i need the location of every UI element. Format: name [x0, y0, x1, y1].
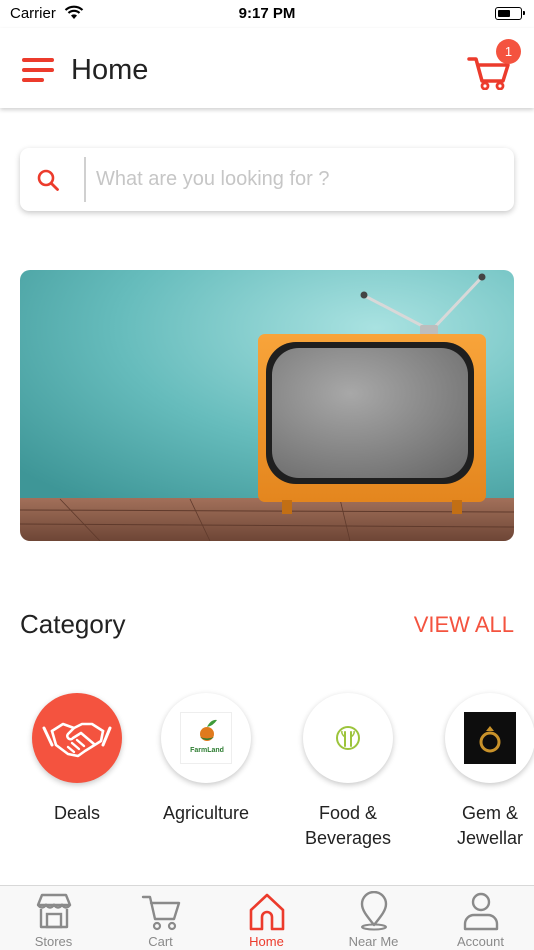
agriculture-circle: FarmLand: [161, 693, 251, 783]
menu-bar: [22, 58, 54, 62]
battery-level: [497, 9, 510, 17]
app-header: Home: [0, 28, 534, 108]
page-title: Home: [71, 54, 149, 86]
leaf-logo: [336, 726, 360, 750]
home-icon: [249, 893, 285, 931]
tab-stores[interactable]: Stores: [0, 886, 107, 950]
bottom-tab-bar: Stores Cart Home Near Me Account: [0, 885, 534, 950]
farmland-logo: FarmLand: [180, 712, 232, 764]
tab-label: Home: [249, 934, 284, 949]
category-label-line: Food &: [318, 803, 378, 823]
farmland-logo-mark: [200, 719, 217, 741]
menu-bar: [22, 68, 54, 72]
clock: 9:17 PM: [238, 5, 296, 22]
category-label: Agriculture: [162, 803, 250, 823]
category-label-line: Jewellar: [456, 828, 524, 848]
tab-account[interactable]: Account: [427, 886, 534, 950]
category-label: Gem & Jewellar: [410, 801, 534, 851]
handshake-icon: [42, 722, 112, 758]
category-label: Food & Beverages: [268, 801, 428, 851]
promo-banner[interactable]: [20, 270, 514, 541]
battery-icon: [495, 7, 525, 20]
ring-icon: [479, 726, 501, 753]
category-label-line: Gem &: [461, 803, 518, 823]
ring-logo: [464, 712, 516, 764]
tab-home[interactable]: Home: [213, 886, 320, 950]
deals-circle: [32, 693, 122, 783]
location-pin-icon: [360, 891, 388, 931]
cart-badge: 1: [496, 39, 521, 64]
tab-label: Stores: [34, 934, 73, 949]
category-title: Category: [20, 609, 126, 639]
status-bar: Carrier 9:17 PM: [0, 0, 534, 28]
gem-circle: [445, 693, 534, 783]
menu-bar: [22, 78, 44, 82]
search-bar[interactable]: [20, 148, 514, 211]
search-icon: [37, 169, 59, 191]
store-icon: [36, 893, 72, 929]
category-list: Deals FarmLand Agriculture Food & Bevera…: [0, 680, 534, 870]
banner-image: [20, 270, 514, 541]
tab-cart[interactable]: Cart: [107, 886, 214, 950]
view-all-link[interactable]: VIEW ALL: [414, 612, 514, 638]
tab-label: Near Me: [348, 934, 399, 949]
tab-label: Account: [457, 934, 504, 949]
user-icon: [463, 892, 499, 931]
search-input[interactable]: [96, 158, 496, 201]
category-label-line: Beverages: [304, 828, 392, 848]
cart-icon: [141, 895, 181, 931]
tab-near-me[interactable]: Near Me: [320, 886, 427, 950]
search-divider: [84, 157, 86, 202]
food-circle: [303, 693, 393, 783]
farmland-logo-text: FarmLand: [190, 747, 224, 754]
tab-label: Cart: [148, 934, 173, 949]
menu-button[interactable]: [22, 58, 56, 84]
